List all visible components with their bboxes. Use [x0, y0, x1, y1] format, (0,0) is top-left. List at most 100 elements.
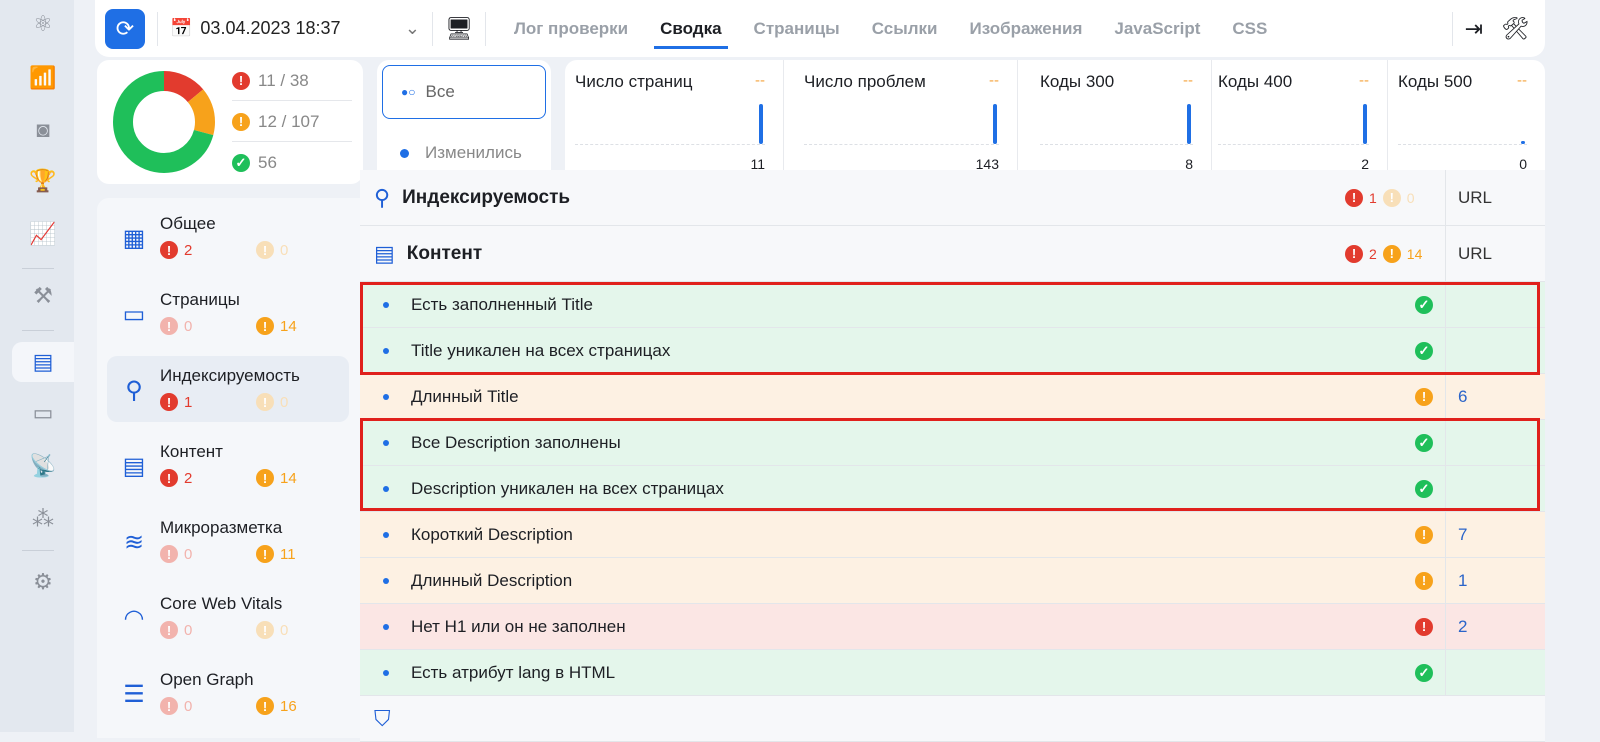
tab-log[interactable]: Лог проверки	[498, 0, 644, 57]
gavel-icon[interactable]: ⚒	[12, 276, 74, 316]
sidebar-item-label: Open Graph	[160, 670, 254, 689]
tab-css[interactable]: CSS	[1216, 0, 1283, 57]
stat-codes-500: Коды 500 -- 0	[1398, 72, 1527, 172]
warning-icon: !	[256, 621, 274, 639]
atom-icon[interactable]: ⚛	[12, 4, 74, 44]
documents-icon: ▤	[122, 453, 146, 480]
bullet	[383, 669, 389, 676]
refresh-button[interactable]: ⟳	[105, 8, 145, 49]
stat-problems: Число проблем -- 143	[794, 60, 1018, 184]
url-count-link[interactable]: 2	[1445, 604, 1545, 649]
tab-summary[interactable]: Сводка	[644, 0, 737, 57]
stat-bar	[1363, 104, 1367, 144]
error-icon: !	[160, 393, 178, 411]
error-icon: !	[160, 241, 178, 259]
filter-all[interactable]: ●○ Все	[382, 65, 546, 119]
circles-icon: ●○	[401, 85, 416, 99]
section-header[interactable]: ⚲ Индексируемость ! 1! 0 URL	[360, 170, 1545, 226]
date-select[interactable]: 📅 03.04.2023 18:37 ⌄	[170, 18, 420, 39]
stat-bar	[1521, 141, 1525, 144]
table-row[interactable]: Длинный Description ! 1	[360, 558, 1545, 604]
refresh-icon: ⟳	[115, 15, 135, 41]
sidebar-item[interactable]: ⚲ Индексируемость ! 1 ! 0	[107, 356, 349, 422]
warning-count: ! 11	[256, 545, 296, 563]
error-icon: !	[160, 545, 178, 563]
url-count-link[interactable]: 6	[1445, 374, 1545, 419]
error-icon: !	[1415, 617, 1433, 636]
error-count: ! 0	[160, 317, 192, 335]
warning-icon: !	[256, 697, 274, 715]
warning-icon: !	[1382, 244, 1401, 263]
error-count: ! 1	[160, 393, 192, 411]
url-count-link[interactable]: 7	[1445, 512, 1545, 557]
speedometer-icon: ◠	[123, 605, 145, 632]
error-icon: !	[1345, 188, 1363, 207]
bullet	[383, 623, 389, 630]
chevron-down-icon: ⌄	[404, 18, 420, 38]
sidebar-item[interactable]: ◠ Core Web Vitals ! 0 ! 0	[107, 584, 349, 650]
stat-pages: Число страниц -- 11	[565, 60, 784, 184]
error-icon: !	[1345, 244, 1363, 263]
satellite-icon[interactable]: 📡	[12, 446, 74, 486]
sidebar-item[interactable]: ≋ Микроразметка ! 0 ! 11	[107, 508, 349, 574]
url-count-link[interactable]	[1445, 650, 1545, 695]
warning-count: ! 0	[256, 241, 288, 259]
error-count: ! 0	[160, 697, 192, 715]
table-row[interactable]: Короткий Description ! 7	[360, 512, 1545, 558]
warning-icon: !	[256, 241, 274, 259]
stat-bar	[759, 104, 763, 144]
section-header[interactable]: ⛉	[360, 696, 1545, 742]
error-icon: !	[160, 621, 178, 639]
warning-icon: !	[256, 393, 274, 411]
monitor-icon[interactable]: 🖥	[445, 16, 473, 42]
warning-icon: !	[256, 317, 274, 335]
warning-count: ! 14	[256, 317, 297, 335]
stat-bar	[1187, 104, 1191, 144]
inbox-icon[interactable]: ▭	[12, 393, 74, 433]
error-count: ! 2	[160, 469, 192, 487]
audit-icon[interactable]: ▤	[12, 342, 74, 382]
gear-icon[interactable]: ⚙	[12, 562, 74, 602]
warning-count: ! 0	[256, 393, 288, 411]
trend-chart-icon[interactable]: 📈	[12, 214, 74, 254]
camera-scan-icon[interactable]: ◙	[12, 110, 74, 150]
sidebar-item[interactable]: ▤ Контент ! 2 ! 14	[107, 432, 349, 498]
section-header[interactable]: ▤ Контент ! 2! 14 URL	[360, 226, 1545, 282]
shield-icon: ⛉	[374, 705, 391, 731]
tab-images[interactable]: Изображения	[953, 0, 1098, 57]
stat-codes-300: Коды 300 -- 8	[1030, 60, 1212, 184]
filter-card: ●○ Все Изменились	[377, 60, 551, 184]
table-row[interactable]: Нет H1 или он не заполнен ! 2	[360, 604, 1545, 650]
highlight-box	[360, 282, 1540, 375]
warning-icon: !	[1382, 188, 1401, 207]
search-icon: ⚲	[374, 184, 391, 210]
warning-count: ! 0	[256, 621, 288, 639]
summary-card: ! 11 / 38 ! 12 / 107 ✓ 56	[97, 60, 363, 184]
table-row[interactable]: Длинный Title ! 6	[360, 374, 1545, 420]
warning-icon: !	[256, 469, 274, 487]
sitemap-icon[interactable]: ⁂	[12, 499, 74, 539]
tab-pages[interactable]: Страницы	[738, 0, 856, 57]
bar-chart-icon[interactable]: 📶	[12, 58, 74, 98]
tab-links[interactable]: Ссылки	[856, 0, 954, 57]
tab-javascript[interactable]: JavaScript	[1098, 0, 1216, 57]
sidebar-item-label: Core Web Vitals	[160, 594, 283, 613]
sidebar-item[interactable]: ☰ Open Graph ! 0 ! 16	[107, 660, 349, 726]
legend-ok: ✓ 56	[232, 143, 352, 183]
sidebar-item[interactable]: ▦ Общее ! 2 ! 0	[107, 204, 349, 270]
trophy-icon[interactable]: 🏆	[12, 161, 74, 201]
stat-bar	[993, 104, 997, 144]
top-bar: ⟳ 📅 03.04.2023 18:37 ⌄ 🖥 Лог проверки Св…	[95, 0, 1545, 57]
sidebar-item[interactable]: ▭ Страницы ! 0 ! 14	[107, 280, 349, 346]
tools-icon[interactable]: 🛠	[1501, 16, 1529, 42]
stats-card: Число страниц -- 11 Число проблем -- 143 Код…	[565, 60, 1545, 184]
url-count-link[interactable]: 1	[1445, 558, 1545, 603]
export-icon[interactable]: ⇥	[1465, 16, 1483, 42]
icon-rail: ⚛ 📶 ◙ 🏆 📈 ⚒ ▤ ▭ 📡 ⁂ ⚙	[0, 0, 74, 732]
browser-icon: ▭	[122, 301, 146, 328]
table-row[interactable]: Есть атрибут lang в HTML ✓	[360, 650, 1545, 696]
donut-chart	[113, 71, 215, 173]
warning-icon: !	[1415, 571, 1433, 590]
warning-icon: !	[1415, 387, 1433, 406]
legend-warnings: ! 12 / 107	[232, 102, 352, 142]
